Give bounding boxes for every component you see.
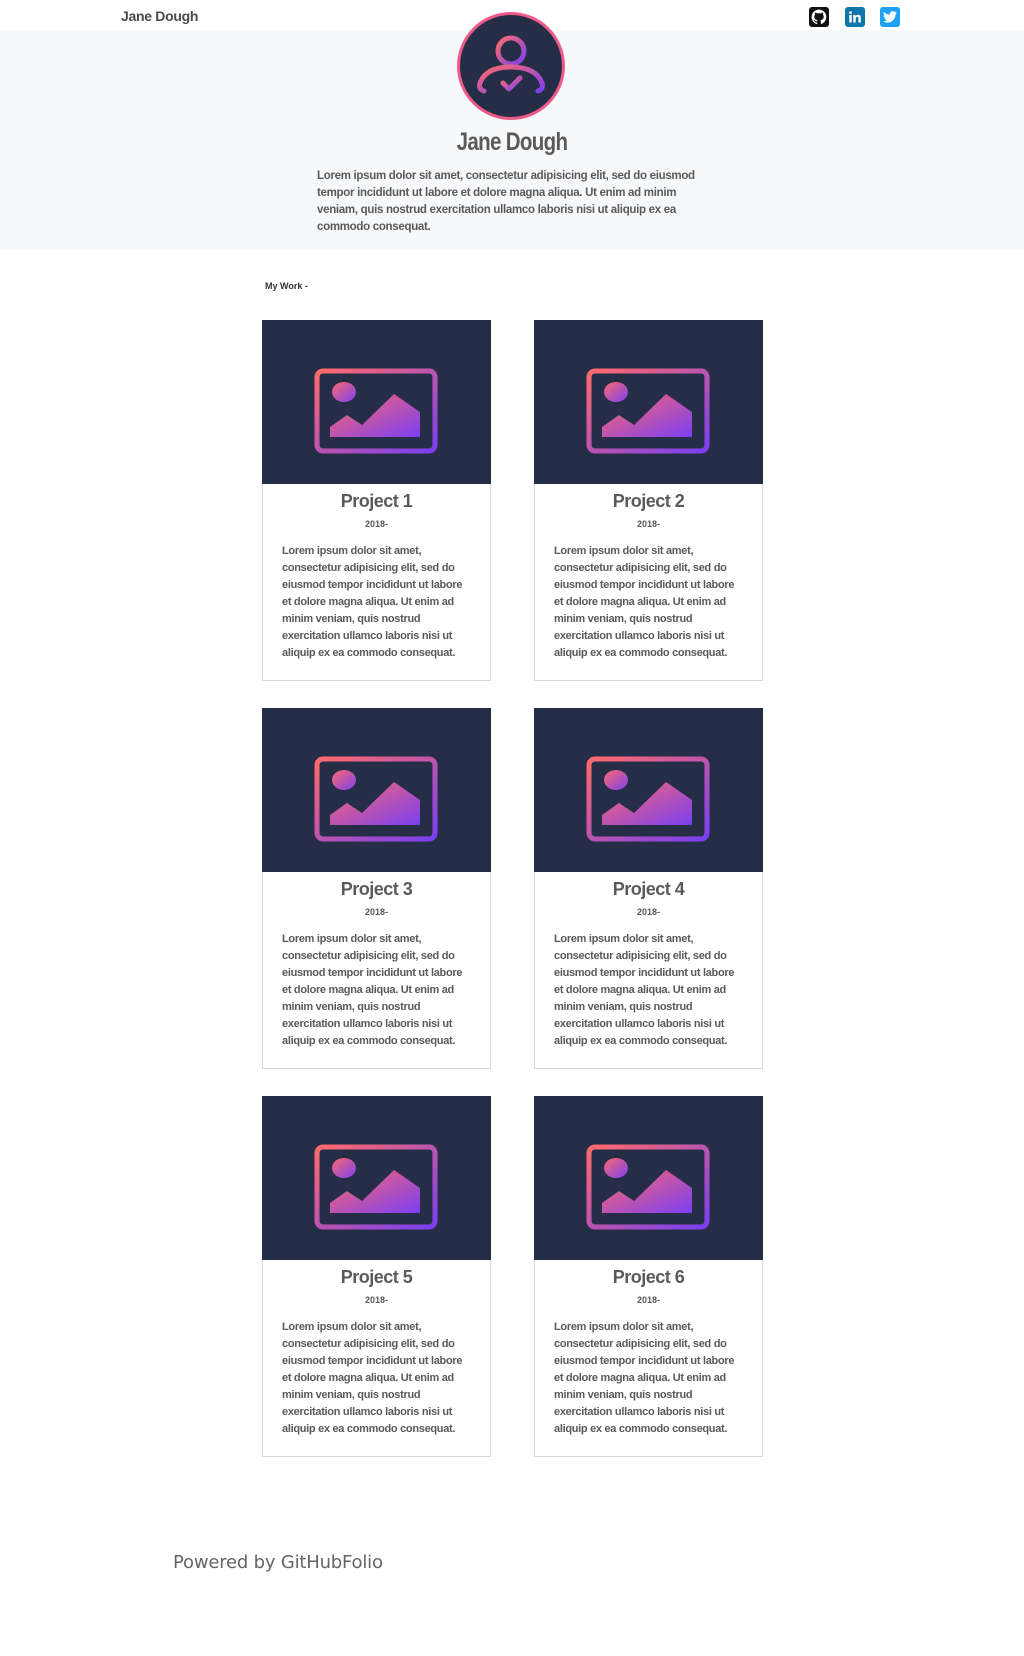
- project-card[interactable]: Project 2 2018- Lorem ipsum dolor sit amet…: [534, 320, 763, 681]
- project-description: Lorem ipsum dolor sit amet, consectetur …: [554, 545, 735, 659]
- project-description: Lorem ipsum dolor sit amet, consectetur …: [554, 933, 735, 1047]
- project-description: Lorem ipsum dolor sit amet, consectetur …: [554, 1321, 735, 1435]
- project-year: 2018-: [636, 1295, 661, 1305]
- project-description: Lorem ipsum dolor sit amet, consectetur …: [282, 1321, 463, 1435]
- project-card[interactable]: Project 1 2018- Lorem ipsum dolor sit amet…: [262, 320, 491, 681]
- project-thumbnail: [534, 708, 763, 872]
- project-card[interactable]: Project 6 2018- Lorem ipsum dolor sit amet…: [534, 1096, 763, 1457]
- project-title[interactable]: Project 2: [535, 491, 762, 512]
- project-description: Lorem ipsum dolor sit amet, consectetur …: [282, 545, 463, 659]
- project-year: 2018-: [364, 907, 389, 917]
- project-thumbnail: [262, 1096, 491, 1260]
- project-year: 2018-: [364, 519, 389, 529]
- project-thumbnail: [534, 320, 763, 484]
- profile-name: Jane Dough: [456, 128, 568, 156]
- avatar: [457, 12, 565, 120]
- github-icon: [811, 9, 827, 25]
- github-link[interactable]: [809, 7, 829, 27]
- image-icon: [314, 368, 438, 454]
- project-card[interactable]: Project 4 2018- Lorem ipsum dolor sit amet…: [534, 708, 763, 1069]
- brand-link[interactable]: Jane Dough: [121, 8, 198, 24]
- project-thumbnail: [262, 708, 491, 872]
- footer-text: Powered by GitHubFolio: [173, 1552, 383, 1573]
- project-card[interactable]: Project 3 2018- Lorem ipsum dolor sit amet…: [262, 708, 491, 1069]
- project-title[interactable]: Project 1: [263, 491, 490, 512]
- project-title[interactable]: Project 6: [535, 1267, 762, 1288]
- linkedin-link[interactable]: [845, 7, 865, 27]
- image-icon: [586, 1144, 710, 1230]
- profile-bio: Lorem ipsum dolor sit amet, consectetur …: [317, 170, 695, 233]
- portfolio-page: Jane Dough Jane Dough Lorem ipsum dolor …: [0, 0, 1024, 1656]
- project-thumbnail: [262, 320, 491, 484]
- image-icon: [314, 1144, 438, 1230]
- project-year: 2018-: [636, 907, 661, 917]
- project-title[interactable]: Project 3: [263, 879, 490, 900]
- section-title: My Work -: [265, 281, 308, 291]
- image-icon: [314, 756, 438, 842]
- project-year: 2018-: [636, 519, 661, 529]
- image-icon: [586, 368, 710, 454]
- image-icon: [586, 756, 710, 842]
- project-card[interactable]: Project 5 2018- Lorem ipsum dolor sit amet…: [262, 1096, 491, 1457]
- linkedin-icon: [847, 9, 863, 25]
- twitter-link[interactable]: [880, 7, 900, 27]
- project-description: Lorem ipsum dolor sit amet, consectetur …: [282, 933, 463, 1047]
- project-thumbnail: [534, 1096, 763, 1260]
- project-year: 2018-: [364, 1295, 389, 1305]
- project-title[interactable]: Project 4: [535, 879, 762, 900]
- project-title[interactable]: Project 5: [263, 1267, 490, 1288]
- twitter-icon: [883, 11, 897, 23]
